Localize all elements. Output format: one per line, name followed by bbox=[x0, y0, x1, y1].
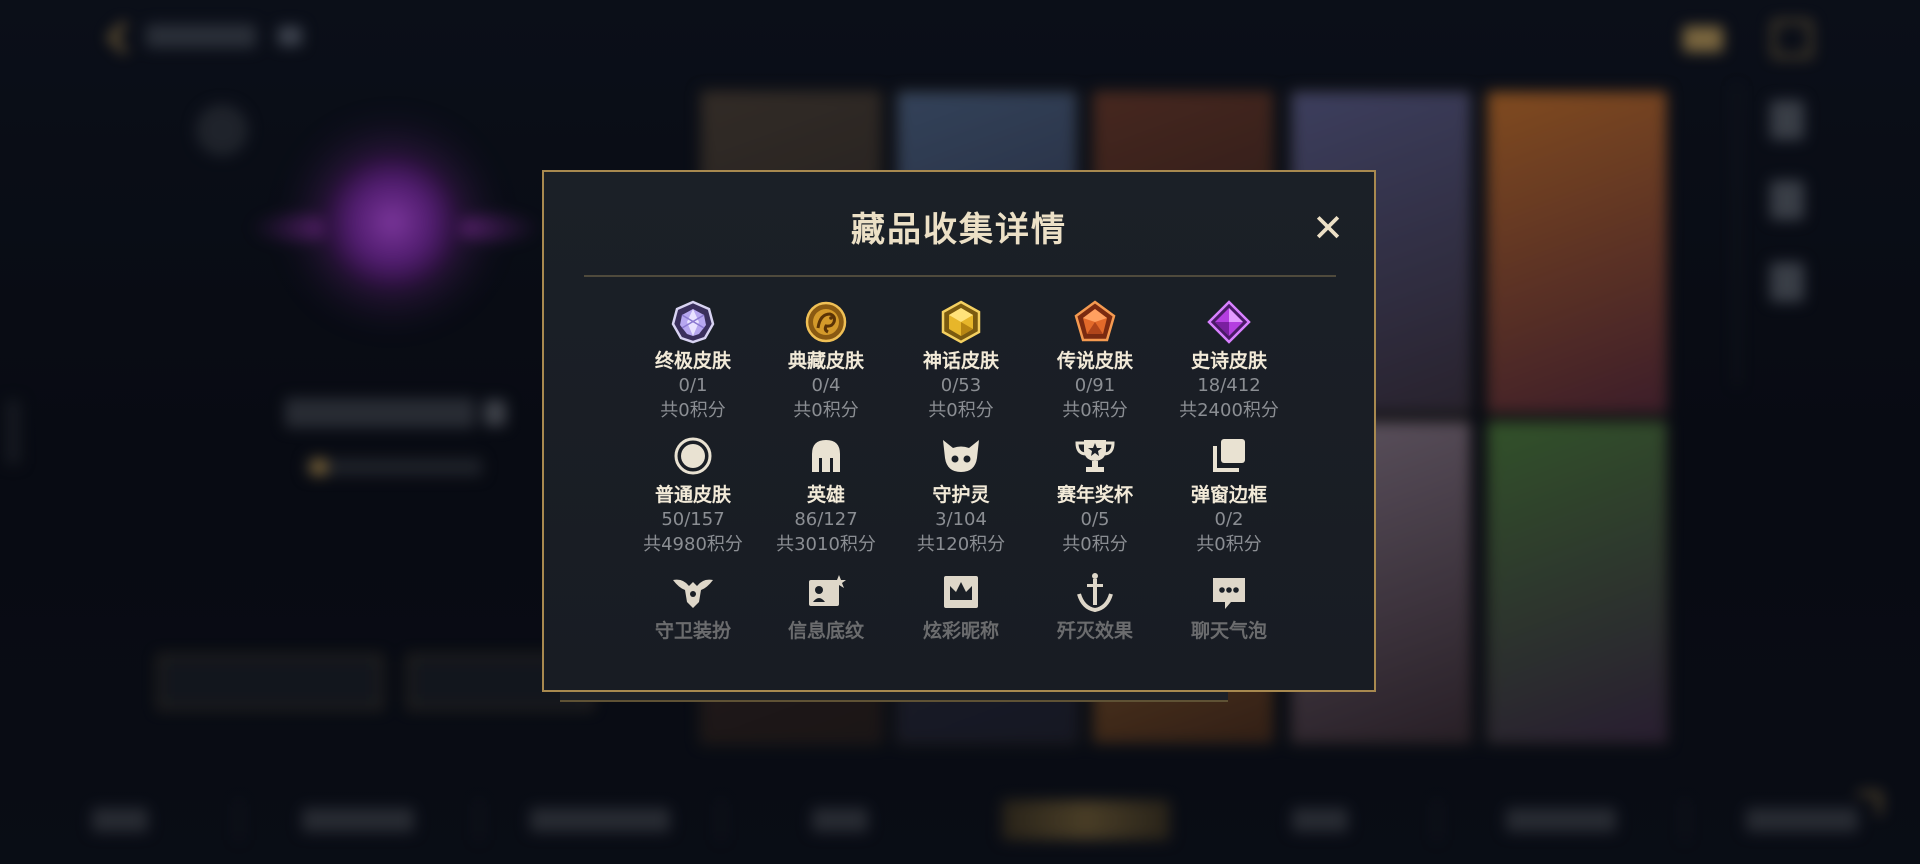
scroll-fade bbox=[544, 638, 1374, 690]
category-ultimate-skin[interactable]: 终极皮肤 0/1 共0积分 bbox=[626, 300, 760, 424]
category-label: 英雄 bbox=[806, 484, 845, 506]
category-count: 86/127 bbox=[794, 509, 858, 530]
category-points: 共120积分 bbox=[916, 534, 1006, 555]
category-count: 18/412 bbox=[1197, 375, 1261, 396]
ultimate-skin-gem-icon bbox=[671, 300, 715, 344]
category-label: 神话皮肤 bbox=[922, 350, 999, 372]
category-label: 弹窗边框 bbox=[1190, 484, 1267, 506]
category-label: 赛年奖杯 bbox=[1056, 484, 1133, 506]
category-label: 炫彩昵称 bbox=[922, 620, 999, 642]
ace-effect-icon bbox=[1077, 573, 1113, 613]
category-legendary-skin[interactable]: 传说皮肤 0/91 共0积分 bbox=[1028, 300, 1162, 424]
category-label: 史诗皮肤 bbox=[1190, 350, 1267, 372]
category-count: 0/53 bbox=[940, 375, 982, 396]
info-card-icon bbox=[809, 575, 846, 606]
normal-skin-circle-icon bbox=[674, 437, 712, 475]
category-points: 共0积分 bbox=[1196, 534, 1262, 555]
ward-skin-icon bbox=[673, 579, 713, 608]
category-hero[interactable]: 英雄 86/127 共3010积分 bbox=[759, 434, 893, 558]
category-label: 守卫装扮 bbox=[654, 620, 731, 642]
category-points: 共0积分 bbox=[660, 400, 726, 421]
category-collection-skin[interactable]: 典藏皮肤 0/4 共0积分 bbox=[759, 300, 893, 424]
category-points: 共0积分 bbox=[1062, 400, 1128, 421]
category-label: 典藏皮肤 bbox=[787, 350, 864, 372]
category-count: 0/1 bbox=[678, 375, 708, 396]
epic-gem-icon bbox=[1207, 300, 1251, 344]
category-label: 传说皮肤 bbox=[1056, 350, 1133, 372]
collection-screen: 藏品收集详情 ✕ 终极皮肤 0/1 共0积分 典藏皮肤 0/4 共0积分 神话皮… bbox=[0, 0, 1920, 864]
category-count: 0/91 bbox=[1074, 375, 1116, 396]
category-points: 共4980积分 bbox=[643, 534, 743, 555]
category-points: 共0积分 bbox=[928, 400, 994, 421]
category-label: 歼灭效果 bbox=[1056, 620, 1133, 642]
mythic-gem-icon bbox=[941, 300, 981, 344]
category-points: 共2400积分 bbox=[1179, 400, 1279, 421]
category-label: 终极皮肤 bbox=[654, 350, 731, 372]
category-epic-skin[interactable]: 史诗皮肤 18/412 共2400积分 bbox=[1162, 300, 1296, 424]
category-normal-skin[interactable]: 普通皮肤 50/157 共4980积分 bbox=[626, 434, 760, 558]
category-count: 0/2 bbox=[1214, 509, 1244, 530]
category-count: 0/4 bbox=[811, 375, 841, 396]
guardian-spirit-icon bbox=[943, 440, 979, 472]
category-label: 信息底纹 bbox=[787, 620, 864, 642]
category-label: 聊天气泡 bbox=[1190, 620, 1267, 642]
category-count: 3/104 bbox=[935, 509, 987, 530]
category-guardian-spirit[interactable]: 守护灵 3/104 共120积分 bbox=[894, 434, 1028, 558]
colorful-nickname-icon bbox=[944, 576, 978, 608]
collection-dragon-emblem-icon bbox=[805, 301, 847, 343]
category-points: 共0积分 bbox=[1062, 534, 1128, 555]
category-ward-skin[interactable]: 守卫装扮 bbox=[626, 570, 760, 644]
category-mythic-skin[interactable]: 神话皮肤 0/53 共0积分 bbox=[894, 300, 1028, 424]
category-info-card[interactable]: 信息底纹 bbox=[759, 570, 893, 644]
category-label: 守护灵 bbox=[932, 484, 990, 506]
category-count: 0/5 bbox=[1080, 509, 1110, 530]
category-count: 50/157 bbox=[661, 509, 725, 530]
category-ace-effect[interactable]: 歼灭效果 bbox=[1028, 570, 1162, 644]
category-popup-frame[interactable]: 弹窗边框 0/2 共0积分 bbox=[1162, 434, 1296, 558]
category-points: 共3010积分 bbox=[776, 534, 876, 555]
popup-frame-icon bbox=[1213, 439, 1245, 472]
hero-helmet-icon bbox=[812, 440, 840, 472]
category-season-trophy[interactable]: 赛年奖杯 0/5 共0积分 bbox=[1028, 434, 1162, 558]
category-points: 共0积分 bbox=[793, 400, 859, 421]
collection-details-modal: 藏品收集详情 ✕ 终极皮肤 0/1 共0积分 典藏皮肤 0/4 共0积分 神话皮… bbox=[542, 170, 1376, 692]
category-label: 普通皮肤 bbox=[654, 484, 731, 506]
chat-bubble-icon bbox=[1213, 578, 1245, 609]
legendary-gem-icon bbox=[1074, 300, 1116, 342]
trophy-icon bbox=[1075, 440, 1115, 472]
category-grid: 终极皮肤 0/1 共0积分 典藏皮肤 0/4 共0积分 神话皮肤 0/53 共0… bbox=[544, 172, 1374, 690]
category-chat-bubble[interactable]: 聊天气泡 bbox=[1162, 570, 1296, 644]
category-colorful-nickname[interactable]: 炫彩昵称 bbox=[894, 570, 1028, 644]
